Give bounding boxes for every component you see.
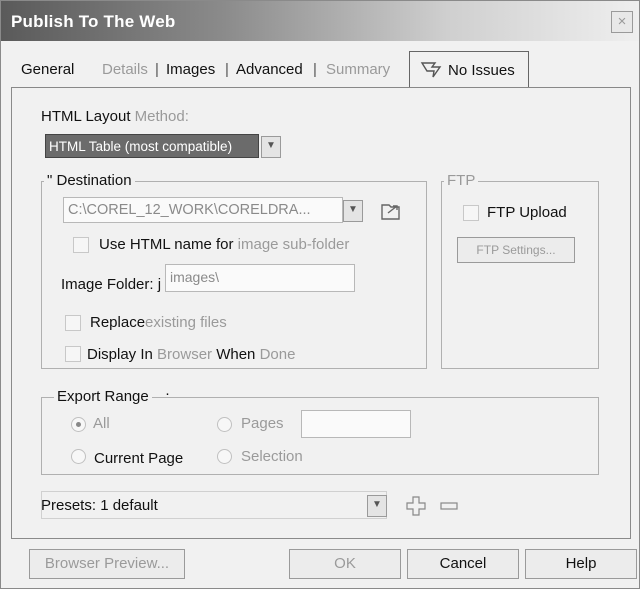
chevron-down-icon[interactable]: ▼ <box>261 136 281 158</box>
browse-folder-icon[interactable] <box>379 199 403 227</box>
browser-preview-button[interactable]: Browser Preview... <box>29 549 185 579</box>
replace-existing-label: Replaceexisting files <box>90 314 227 331</box>
help-button[interactable]: Help <box>525 549 637 579</box>
layout-method-value: HTML Table (most compatible) <box>45 134 259 158</box>
radio-selection-label: Selection <box>241 448 303 465</box>
display-text-4: Done <box>259 346 296 363</box>
ftp-upload-label: FTP Upload <box>487 204 567 221</box>
replace-prefix: Replace <box>90 314 146 331</box>
presets-select[interactable] <box>41 491 387 519</box>
chevron-down-icon[interactable]: ▼ <box>343 200 363 222</box>
radio-current-page[interactable] <box>71 449 86 464</box>
tab-strip: General Details | Images | Advanced | Su… <box>15 51 613 88</box>
cancel-button[interactable]: Cancel <box>407 549 519 579</box>
display-text-1: Display In <box>87 346 153 363</box>
tab-general[interactable]: General <box>21 61 74 78</box>
layout-method-select[interactable]: HTML Table (most compatible) ▼ <box>45 134 281 158</box>
destination-path-field[interactable]: C:\COREL_12_WORK\CORELDRA... <box>63 197 343 223</box>
image-folder-label: Image Folder: j <box>61 276 162 293</box>
replace-existing-checkbox[interactable] <box>65 315 81 331</box>
tab-separator: | <box>225 61 229 78</box>
publish-dialog: Publish To The Web × General Details | I… <box>0 0 640 589</box>
display-in-browser-checkbox[interactable] <box>65 346 81 362</box>
image-folder-field[interactable]: images\ <box>165 264 355 292</box>
destination-title: " Destination <box>44 172 135 189</box>
ftp-settings-button[interactable]: FTP Settings... <box>457 237 575 263</box>
display-text-2: Browser <box>157 346 213 363</box>
tab-separator: | <box>313 61 317 78</box>
title-bar[interactable]: Publish To The Web × <box>1 1 639 41</box>
radio-pages[interactable] <box>217 417 232 432</box>
tab-no-issues[interactable]: No Issues <box>409 51 529 88</box>
close-button[interactable]: × <box>611 11 633 33</box>
ftp-title: FTP <box>444 172 479 189</box>
add-preset-icon[interactable] <box>405 495 427 521</box>
use-html-name-suffix: image sub-folder <box>237 236 350 253</box>
replace-suffix: existing files <box>145 314 227 331</box>
chevron-down-icon[interactable]: ▼ <box>367 495 387 517</box>
tab-images[interactable]: Images <box>166 61 215 78</box>
dialog-title: Publish To The Web <box>11 12 176 31</box>
display-text-3: When <box>216 346 256 363</box>
use-html-name-prefix: Use HTML name for <box>99 236 234 253</box>
radio-pages-label: Pages <box>241 415 284 432</box>
display-in-browser-label: Display In Browser When Done <box>87 346 295 363</box>
use-html-name-checkbox[interactable] <box>73 237 89 253</box>
tab-separator: | <box>155 61 159 78</box>
layout-label: HTML Layout Method: <box>41 108 189 125</box>
layout-label-suffix: Method: <box>134 108 189 125</box>
tab-no-issues-label: No Issues <box>448 62 515 79</box>
tab-summary[interactable]: Summary <box>326 61 390 78</box>
radio-current-page-label: Current Page <box>94 450 184 467</box>
close-icon: × <box>617 13 627 30</box>
pages-range-field[interactable] <box>301 410 411 438</box>
use-html-name-label: Use HTML name for image sub-folder <box>99 236 349 253</box>
layout-label-prefix: HTML Layout <box>41 108 131 125</box>
remove-preset-icon[interactable] <box>439 499 459 517</box>
export-range-title: Export Range <box>54 388 152 405</box>
tab-advanced[interactable]: Advanced <box>236 61 303 78</box>
radio-selection[interactable] <box>217 449 232 464</box>
export-range-dot: · <box>165 385 170 402</box>
tab-details[interactable]: Details <box>102 61 148 78</box>
radio-all[interactable] <box>71 417 86 432</box>
ftp-upload-checkbox[interactable] <box>463 205 479 221</box>
issues-icon <box>420 61 442 83</box>
ok-button[interactable]: OK <box>289 549 401 579</box>
radio-all-label: All <box>93 415 110 432</box>
